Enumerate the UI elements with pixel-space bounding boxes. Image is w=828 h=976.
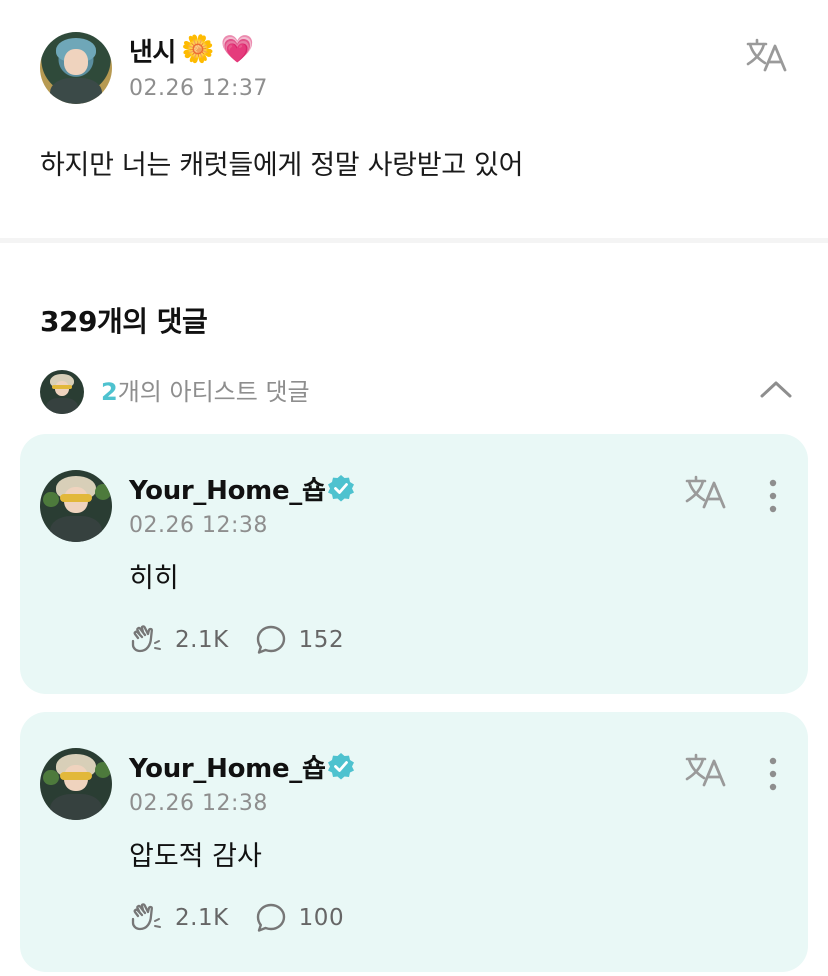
post-body: 하지만 너는 캐럿들에게 정말 사랑받고 있어 [40, 150, 524, 181]
heart-emoji: 💗 [220, 34, 255, 65]
post-timestamp: 02.26 12:37 [129, 76, 268, 101]
translate-icon[interactable] [684, 475, 728, 511]
reply-count: 152 [298, 627, 345, 653]
artist-comment-label-text: 개의 아티스트 댓글 [117, 378, 310, 406]
author-name[interactable]: 낸시 [129, 32, 176, 69]
post: 낸시 🌼 💗 02.26 12:37 하지만 너는 캐럿들에게 정말 사랑받고 … [0, 0, 828, 238]
like-button[interactable]: 2.1K [129, 901, 229, 935]
section-divider [0, 238, 828, 243]
commenter-name[interactable]: Your_Home_숍 [129, 470, 326, 507]
clap-like-icon [131, 625, 161, 653]
author-emoji: 🌼 💗 [181, 32, 254, 66]
artist-comments-label: 2개의 아티스트 댓글 [101, 372, 310, 407]
comment-count-title: 329개의 댓글 [40, 305, 208, 338]
artist-comment-count: 2 [101, 378, 118, 406]
artist-comment-card: Your_Home_숍 02.26 12:38 히히 2.1K 152 [20, 434, 808, 694]
reply-button[interactable]: 100 [255, 902, 344, 934]
chevron-up-icon[interactable] [756, 374, 796, 404]
more-vertical-icon[interactable] [760, 478, 786, 514]
speech-bubble-icon [256, 903, 285, 932]
reply-button[interactable]: 152 [255, 624, 344, 656]
comment-timestamp: 02.26 12:38 [129, 791, 268, 816]
commenter-avatar[interactable] [40, 470, 112, 542]
translate-icon[interactable] [684, 753, 728, 789]
like-count: 2.1K [175, 627, 229, 653]
commenter-avatar[interactable] [40, 748, 112, 820]
verified-badge-icon [327, 752, 355, 780]
comment-actions: 2.1K 100 [129, 900, 344, 936]
artist-comment-card: Your_Home_숍 02.26 12:38 압도적 감사 2.1K 100 [20, 712, 808, 972]
commenter-name[interactable]: Your_Home_숍 [129, 748, 326, 785]
reply-count: 100 [298, 905, 345, 931]
author-avatar[interactable] [40, 32, 112, 104]
flower-emoji: 🌼 [181, 34, 215, 65]
translate-icon[interactable] [745, 38, 789, 74]
artist-avatar [40, 370, 84, 414]
speech-bubble-icon [256, 625, 285, 654]
clap-like-icon [131, 903, 161, 931]
comment-timestamp: 02.26 12:38 [129, 513, 268, 538]
comment-text: 압도적 감사 [129, 841, 262, 872]
comment-actions: 2.1K 152 [129, 622, 344, 658]
artist-comments-toggle[interactable]: 2개의 아티스트 댓글 [0, 360, 828, 420]
like-count: 2.1K [175, 905, 229, 931]
more-vertical-icon[interactable] [760, 756, 786, 792]
like-button[interactable]: 2.1K [129, 623, 229, 657]
comment-text: 히히 [129, 563, 179, 594]
verified-badge-icon [327, 474, 355, 502]
